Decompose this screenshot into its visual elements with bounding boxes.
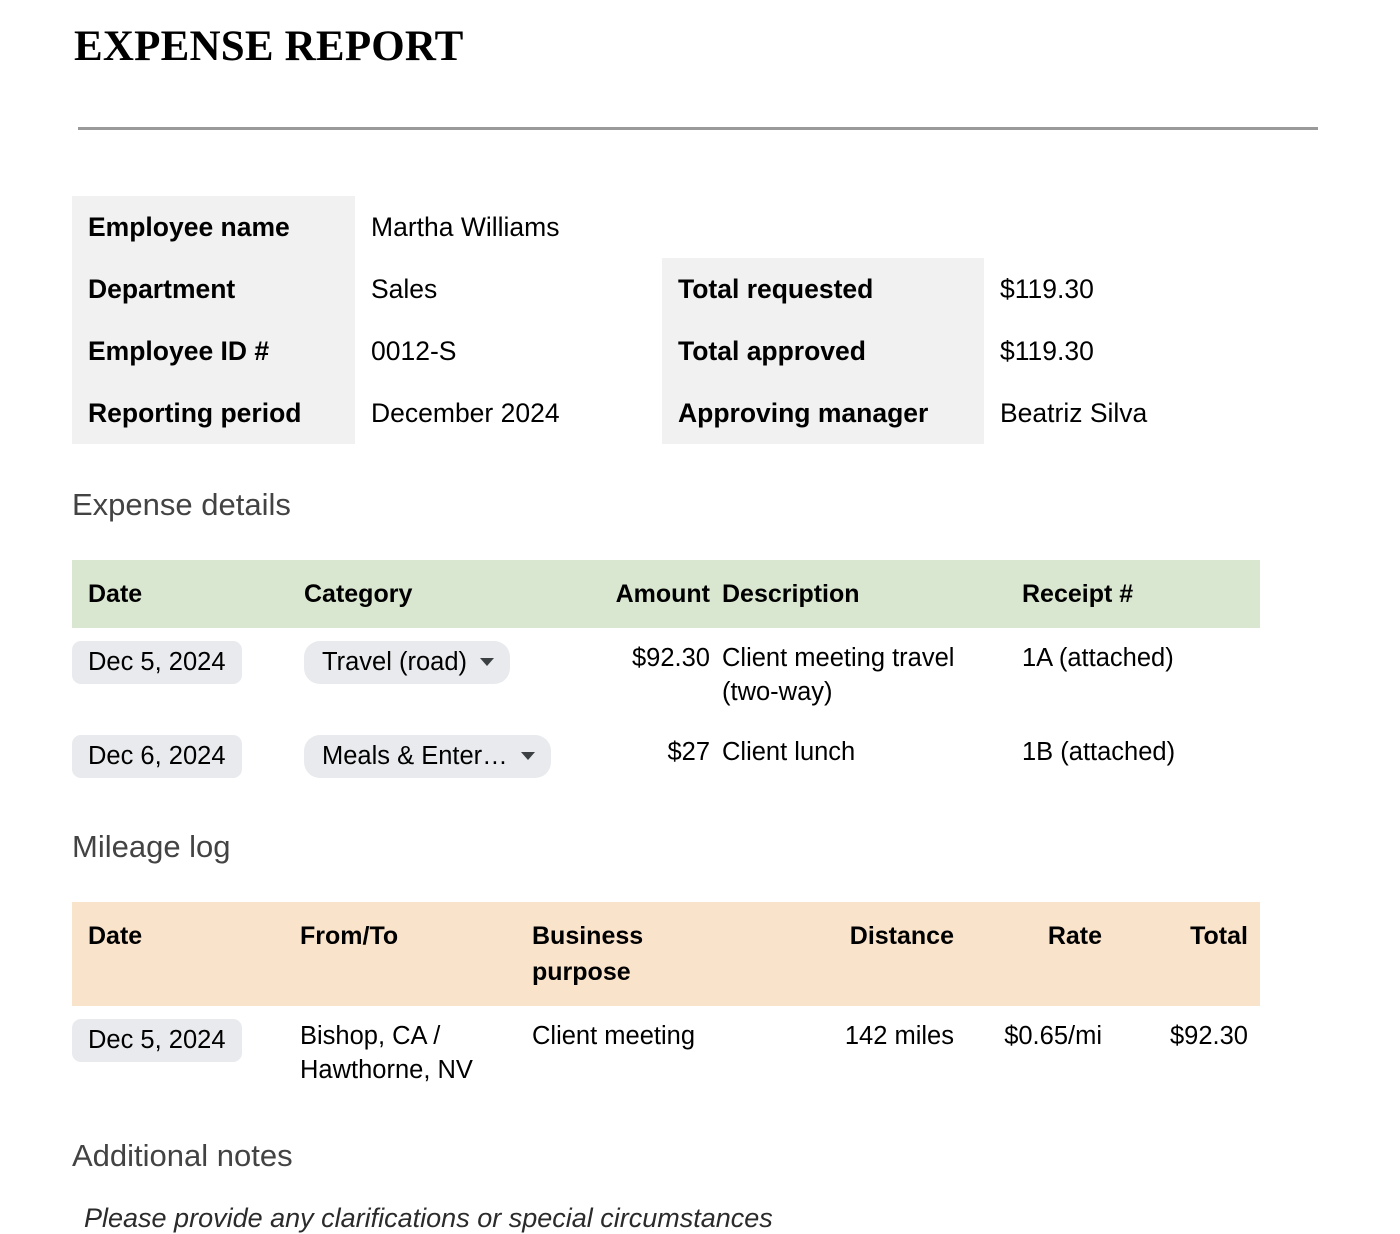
- mileage-log-heading: Mileage log: [72, 829, 231, 865]
- col-header-distance: Distance: [808, 902, 966, 1006]
- employee-info-block: Employee name Martha Williams Department…: [72, 196, 560, 444]
- employee-name-value[interactable]: Martha Williams: [355, 196, 560, 258]
- total-requested-label: Total requested: [662, 258, 984, 320]
- approving-manager-label: Approving manager: [662, 382, 984, 444]
- table-header-row: Date Category Amount Description Receipt…: [72, 560, 1260, 628]
- table-row: Dec 5, 2024 Bishop, CA / Hawthorne, NV C…: [72, 1006, 1260, 1100]
- reporting-period-label: Reporting period: [72, 382, 355, 444]
- employee-id-label: Employee ID #: [72, 320, 355, 382]
- expense-amount-cell[interactable]: $27: [600, 722, 722, 791]
- date-pill[interactable]: Dec 5, 2024: [72, 1019, 242, 1062]
- table-header-row: Date From/To Business purpose Distance R…: [72, 902, 1260, 1006]
- expense-receipt-cell[interactable]: 1A (attached): [1022, 628, 1260, 722]
- expense-description-cell[interactable]: Client meeting travel (two-way): [722, 628, 1022, 722]
- category-dropdown-label: Travel (road): [322, 647, 467, 677]
- expense-amount-cell[interactable]: $92.30: [600, 628, 722, 722]
- category-dropdown[interactable]: Travel (road): [304, 641, 510, 684]
- expense-details-table: Date Category Amount Description Receipt…: [72, 560, 1260, 791]
- col-header-description: Description: [722, 560, 1022, 628]
- col-header-rate: Rate: [966, 902, 1114, 1006]
- total-requested-value[interactable]: $119.30: [984, 258, 1147, 320]
- category-dropdown-label: Meals & Enter…: [322, 741, 508, 771]
- table-row: Dec 6, 2024 Meals & Enter… $27 Client lu…: [72, 722, 1260, 791]
- expense-category-cell: Travel (road): [304, 628, 600, 722]
- total-approved-value[interactable]: $119.30: [984, 320, 1147, 382]
- department-value[interactable]: Sales: [355, 258, 560, 320]
- mileage-purpose-cell[interactable]: Client meeting: [532, 1006, 808, 1100]
- mileage-rate-cell[interactable]: $0.65/mi: [966, 1006, 1114, 1100]
- expense-description-cell[interactable]: Client lunch: [722, 722, 1022, 791]
- mileage-from-to-cell[interactable]: Bishop, CA / Hawthorne, NV: [300, 1006, 532, 1100]
- category-dropdown[interactable]: Meals & Enter…: [304, 735, 551, 778]
- employee-id-value[interactable]: 0012-S: [355, 320, 560, 382]
- chevron-down-icon: [521, 752, 535, 760]
- expense-report-page: EXPENSE REPORT Employee name Martha Will…: [0, 0, 1400, 1232]
- employee-name-label: Employee name: [72, 196, 355, 258]
- date-pill[interactable]: Dec 5, 2024: [72, 641, 242, 684]
- col-header-from-to: From/To: [300, 902, 532, 1006]
- date-pill[interactable]: Dec 6, 2024: [72, 735, 242, 778]
- col-header-total: Total: [1114, 902, 1260, 1006]
- expense-receipt-cell[interactable]: 1B (attached): [1022, 722, 1260, 791]
- mileage-date-cell: Dec 5, 2024: [72, 1006, 300, 1100]
- additional-notes-heading: Additional notes: [72, 1138, 293, 1174]
- department-label: Department: [72, 258, 355, 320]
- col-header-date: Date: [72, 902, 300, 1006]
- expense-date-cell: Dec 5, 2024: [72, 628, 304, 722]
- expense-category-cell: Meals & Enter…: [304, 722, 600, 791]
- mileage-log-table: Date From/To Business purpose Distance R…: [72, 902, 1260, 1100]
- page-title: EXPENSE REPORT: [74, 22, 464, 71]
- title-divider: [78, 127, 1318, 130]
- col-header-date: Date: [72, 560, 304, 628]
- expense-date-cell: Dec 6, 2024: [72, 722, 304, 791]
- col-header-business-purpose: Business purpose: [532, 902, 808, 1006]
- col-header-receipt: Receipt #: [1022, 560, 1260, 628]
- approval-info-block: Total requested $119.30 Total approved $…: [662, 258, 1147, 444]
- total-approved-label: Total approved: [662, 320, 984, 382]
- col-header-amount: Amount: [600, 560, 722, 628]
- mileage-distance-cell[interactable]: 142 miles: [808, 1006, 966, 1100]
- additional-notes-placeholder[interactable]: Please provide any clarifications or spe…: [84, 1203, 773, 1234]
- col-header-category: Category: [304, 560, 600, 628]
- expense-details-heading: Expense details: [72, 487, 291, 523]
- chevron-down-icon: [480, 658, 494, 666]
- table-row: Dec 5, 2024 Travel (road) $92.30 Client …: [72, 628, 1260, 722]
- mileage-total-cell[interactable]: $92.30: [1114, 1006, 1260, 1100]
- approving-manager-value[interactable]: Beatriz Silva: [984, 382, 1147, 444]
- reporting-period-value[interactable]: December 2024: [355, 382, 560, 444]
